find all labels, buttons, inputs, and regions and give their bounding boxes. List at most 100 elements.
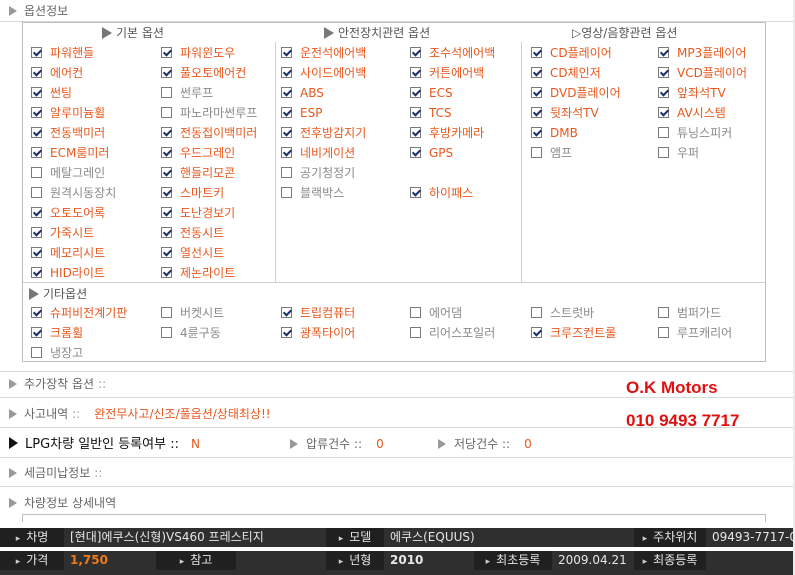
option-label: 파워핸들	[50, 46, 95, 60]
checked-checkbox-icon[interactable]	[161, 187, 172, 198]
checked-checkbox-icon[interactable]	[161, 267, 172, 278]
checked-checkbox-icon[interactable]	[658, 67, 669, 78]
unchecked-checkbox-icon[interactable]	[658, 307, 669, 318]
checked-checkbox-icon[interactable]	[531, 107, 542, 118]
checked-checkbox-icon[interactable]	[31, 47, 42, 58]
option-label: VCD플레이어	[677, 66, 747, 80]
vehicle-detail-header[interactable]: 차량정보 상세내역	[0, 493, 795, 513]
option-label: 하이패스	[429, 186, 474, 200]
unchecked-checkbox-icon[interactable]	[161, 307, 172, 318]
unchecked-checkbox-icon[interactable]	[161, 87, 172, 98]
options-panel	[22, 22, 766, 362]
checked-checkbox-icon[interactable]	[281, 127, 292, 138]
option-label: 전후방감지기	[300, 126, 367, 140]
year-label: 년형	[326, 551, 384, 570]
option-label: 앞좌석TV	[677, 86, 726, 100]
checked-checkbox-icon[interactable]	[31, 107, 42, 118]
column-divider	[521, 42, 522, 282]
safety-options-title: 안전장치관련 옵션	[324, 24, 430, 42]
unchecked-checkbox-icon[interactable]	[281, 187, 292, 198]
checked-checkbox-icon[interactable]	[410, 127, 421, 138]
divider	[0, 371, 795, 372]
checked-checkbox-icon[interactable]	[410, 47, 421, 58]
car-name-label: 차명	[0, 528, 64, 547]
checked-checkbox-icon[interactable]	[410, 147, 421, 158]
checked-checkbox-icon[interactable]	[531, 87, 542, 98]
checked-checkbox-icon[interactable]	[31, 227, 42, 238]
checked-checkbox-icon[interactable]	[31, 247, 42, 258]
checked-checkbox-icon[interactable]	[31, 67, 42, 78]
unchecked-checkbox-icon[interactable]	[658, 147, 669, 158]
checked-checkbox-icon[interactable]	[31, 87, 42, 98]
av-options-title: ▷영상/음향관련 옵션	[572, 24, 677, 42]
checked-checkbox-icon[interactable]	[161, 227, 172, 238]
option-label: 버켓시트	[180, 306, 225, 320]
checked-checkbox-icon[interactable]	[31, 267, 42, 278]
unchecked-checkbox-icon[interactable]	[410, 327, 421, 338]
option-label: 뒷좌석TV	[550, 106, 599, 120]
unchecked-checkbox-icon[interactable]	[531, 147, 542, 158]
option-label: GPS	[429, 146, 454, 160]
checked-checkbox-icon[interactable]	[531, 327, 542, 338]
checked-checkbox-icon[interactable]	[658, 87, 669, 98]
checked-checkbox-icon[interactable]	[281, 147, 292, 158]
checked-checkbox-icon[interactable]	[161, 207, 172, 218]
lpg-label: LPG차량 일반인 등록여부 ::	[25, 437, 179, 452]
option-label: 운전석에어백	[300, 46, 367, 60]
option-info-header[interactable]: 옵션정보	[0, 1, 795, 21]
checked-checkbox-icon[interactable]	[281, 87, 292, 98]
checked-checkbox-icon[interactable]	[31, 147, 42, 158]
unchecked-checkbox-icon[interactable]	[410, 307, 421, 318]
checked-checkbox-icon[interactable]	[410, 87, 421, 98]
checked-checkbox-icon[interactable]	[281, 47, 292, 58]
option-label: 스마트키	[180, 186, 225, 200]
unchecked-checkbox-icon[interactable]	[31, 167, 42, 178]
checked-checkbox-icon[interactable]	[161, 147, 172, 158]
checked-checkbox-icon[interactable]	[31, 327, 42, 338]
checked-checkbox-icon[interactable]	[161, 247, 172, 258]
option-label: 커튼에어백	[429, 66, 485, 80]
checked-checkbox-icon[interactable]	[531, 127, 542, 138]
unchecked-checkbox-icon[interactable]	[281, 167, 292, 178]
mortgage-value: 0	[524, 437, 532, 451]
checked-checkbox-icon[interactable]	[31, 307, 42, 318]
unchecked-checkbox-icon[interactable]	[161, 107, 172, 118]
checked-checkbox-icon[interactable]	[410, 107, 421, 118]
unchecked-checkbox-icon[interactable]	[161, 327, 172, 338]
option-label: CD체인저	[550, 66, 601, 80]
basic-options-title: 기본 옵션	[102, 24, 164, 42]
checked-checkbox-icon[interactable]	[31, 127, 42, 138]
checked-checkbox-icon[interactable]	[281, 107, 292, 118]
collapse-triangle-icon	[9, 498, 17, 508]
unchecked-checkbox-icon[interactable]	[658, 127, 669, 138]
option-label: HID라이트	[50, 266, 105, 280]
checked-checkbox-icon[interactable]	[161, 167, 172, 178]
unchecked-checkbox-icon[interactable]	[31, 187, 42, 198]
checked-checkbox-icon[interactable]	[161, 67, 172, 78]
first-registration-label: 최초등록	[474, 551, 552, 570]
checked-checkbox-icon[interactable]	[31, 207, 42, 218]
checked-checkbox-icon[interactable]	[410, 67, 421, 78]
option-label: 원격시동장치	[50, 186, 117, 200]
checked-checkbox-icon[interactable]	[281, 67, 292, 78]
unchecked-checkbox-icon[interactable]	[31, 347, 42, 358]
option-label: 4륜구동	[180, 326, 221, 340]
checked-checkbox-icon[interactable]	[410, 187, 421, 198]
unchecked-checkbox-icon[interactable]	[658, 327, 669, 338]
checked-checkbox-icon[interactable]	[281, 327, 292, 338]
unchecked-checkbox-icon[interactable]	[531, 307, 542, 318]
option-label: 썬루프	[180, 86, 214, 100]
option-label: 루프캐리어	[677, 326, 733, 340]
option-label: 메탈그레인	[50, 166, 106, 180]
checked-checkbox-icon[interactable]	[531, 67, 542, 78]
checked-checkbox-icon[interactable]	[161, 47, 172, 58]
option-label: 도난경보기	[180, 206, 236, 220]
option-label: 후방카메라	[429, 126, 485, 140]
unpaid-tax-header[interactable]: 세금미납정보::	[0, 463, 795, 483]
checked-checkbox-icon[interactable]	[531, 47, 542, 58]
checked-checkbox-icon[interactable]	[281, 307, 292, 318]
checked-checkbox-icon[interactable]	[658, 47, 669, 58]
car-name-value: [현대]에쿠스(신형)VS460 프레스티지	[70, 530, 264, 544]
checked-checkbox-icon[interactable]	[161, 127, 172, 138]
checked-checkbox-icon[interactable]	[658, 107, 669, 118]
